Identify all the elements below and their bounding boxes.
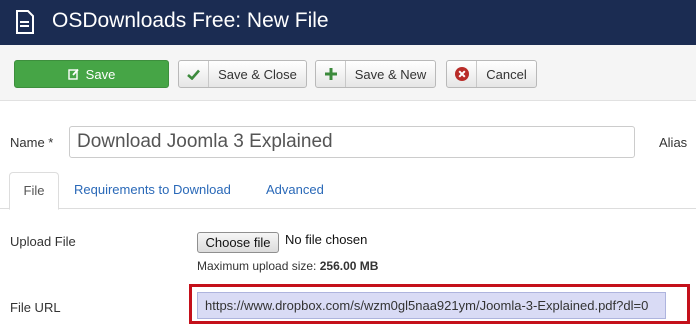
name-input[interactable]: Download Joomla 3 Explained — [69, 126, 635, 158]
save-close-button[interactable]: Save & Close — [178, 60, 307, 88]
file-url-label: File URL — [10, 300, 61, 315]
page-header: OSDownloads Free: New File — [0, 0, 696, 45]
plus-icon — [316, 61, 346, 87]
file-url-input[interactable]: https://www.dropbox.com/s/wzm0gl5naa921y… — [197, 292, 666, 319]
document-icon — [16, 10, 34, 34]
name-label: Name * — [10, 135, 54, 150]
save-close-label: Save & Close — [218, 66, 297, 82]
toolbar: Save Save & Close Save & New Cancel — [0, 45, 696, 101]
alias-label: Alias — [659, 135, 688, 150]
no-file-text: No file chosen — [285, 232, 368, 247]
max-size-prefix: Maximum upload size: — [197, 259, 317, 273]
max-upload-size: Maximum upload size: 256.00 MB — [197, 259, 378, 273]
tab-bar: File Requirements to Download Advanced — [0, 172, 696, 210]
tab-requirements[interactable]: Requirements to Download — [74, 172, 231, 209]
max-size-value: 256.00 MB — [319, 259, 379, 273]
tab-file[interactable]: File — [9, 172, 59, 210]
cancel-circle-icon — [447, 61, 477, 87]
save-button[interactable]: Save — [14, 60, 169, 88]
cancel-label: Cancel — [486, 66, 527, 82]
tab-advanced[interactable]: Advanced — [266, 172, 324, 209]
save-label: Save — [85, 66, 116, 82]
page-title: OSDownloads Free: New File — [52, 9, 329, 32]
upload-file-label: Upload File — [10, 234, 76, 249]
save-new-label: Save & New — [354, 66, 427, 82]
choose-file-button[interactable]: Choose file — [197, 232, 279, 253]
checkmark-icon — [179, 61, 209, 87]
cancel-button[interactable]: Cancel — [446, 60, 537, 88]
save-new-button[interactable]: Save & New — [315, 60, 436, 88]
edit-icon — [67, 61, 80, 87]
